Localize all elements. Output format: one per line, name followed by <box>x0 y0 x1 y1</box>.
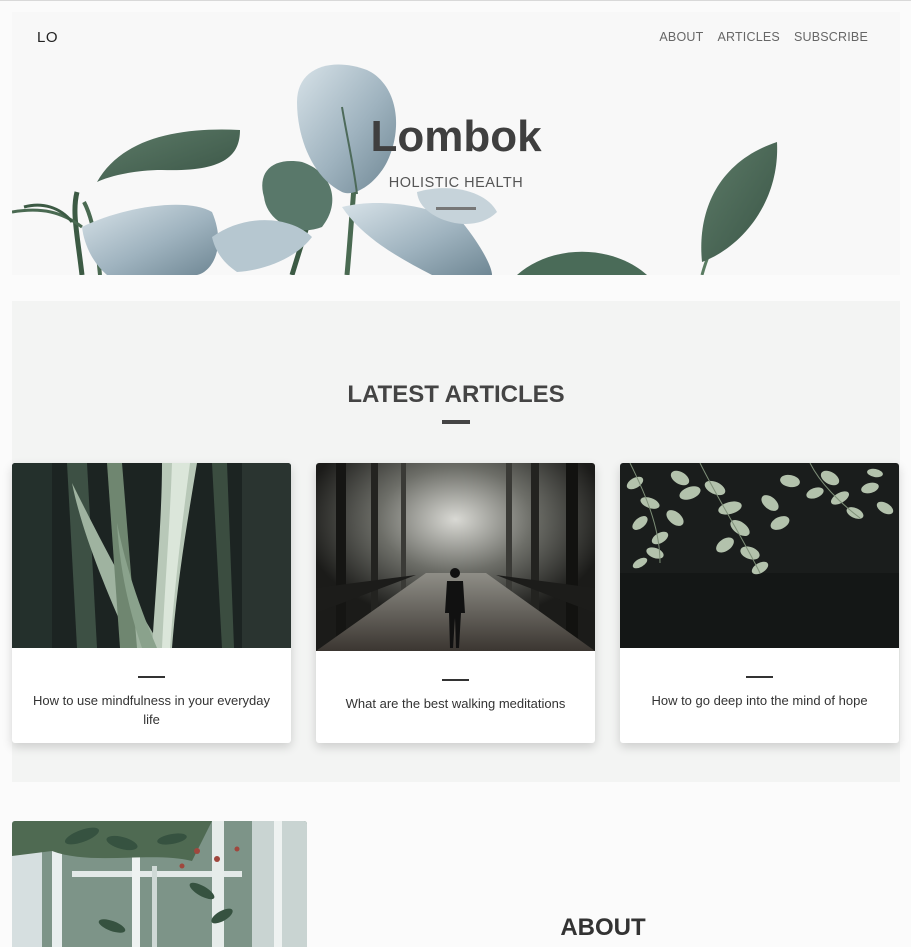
card-divider <box>442 679 469 681</box>
hero-header: LO ABOUT ARTICLES SUBSCRIBE Lombok HOLIS… <box>12 12 900 275</box>
site-title: Lombok <box>370 112 542 161</box>
article-card[interactable]: How to use mindfulness in your everyday … <box>12 463 291 743</box>
title-underline <box>436 207 476 210</box>
article-card[interactable]: What are the best walking meditations <box>316 463 595 743</box>
top-border <box>0 0 911 1</box>
latest-articles-section: LATEST ARTICLES How to use mindfulness i… <box>12 301 900 782</box>
person-in-misty-forest-image <box>316 463 595 651</box>
article-card[interactable]: How to go deep into the mind of hope <box>620 463 899 743</box>
card-divider <box>746 676 773 678</box>
article-title[interactable]: How to use mindfulness in your everyday … <box>12 691 291 729</box>
greenhouse-image <box>12 821 307 947</box>
nav-about-link[interactable]: ABOUT <box>659 30 703 44</box>
article-title[interactable]: How to go deep into the mind of hope <box>620 691 899 710</box>
nav-articles-link[interactable]: ARTICLES <box>717 30 780 44</box>
section-underline <box>442 420 470 424</box>
card-divider <box>138 676 165 678</box>
site-subtitle: HOLISTIC HEALTH <box>388 175 524 191</box>
hanging-leaves-image <box>620 463 899 648</box>
nav-subscribe-link[interactable]: SUBSCRIBE <box>794 30 868 44</box>
main-nav: ABOUT ARTICLES SUBSCRIBE <box>659 30 868 44</box>
article-title[interactable]: What are the best walking meditations <box>316 694 595 713</box>
about-title: ABOUT <box>560 914 646 941</box>
site-logo[interactable]: LO <box>37 29 58 46</box>
section-title: LATEST ARTICLES <box>347 381 565 408</box>
greenhouse-photo <box>12 821 307 947</box>
tall-grass-leaves-image <box>12 463 291 648</box>
